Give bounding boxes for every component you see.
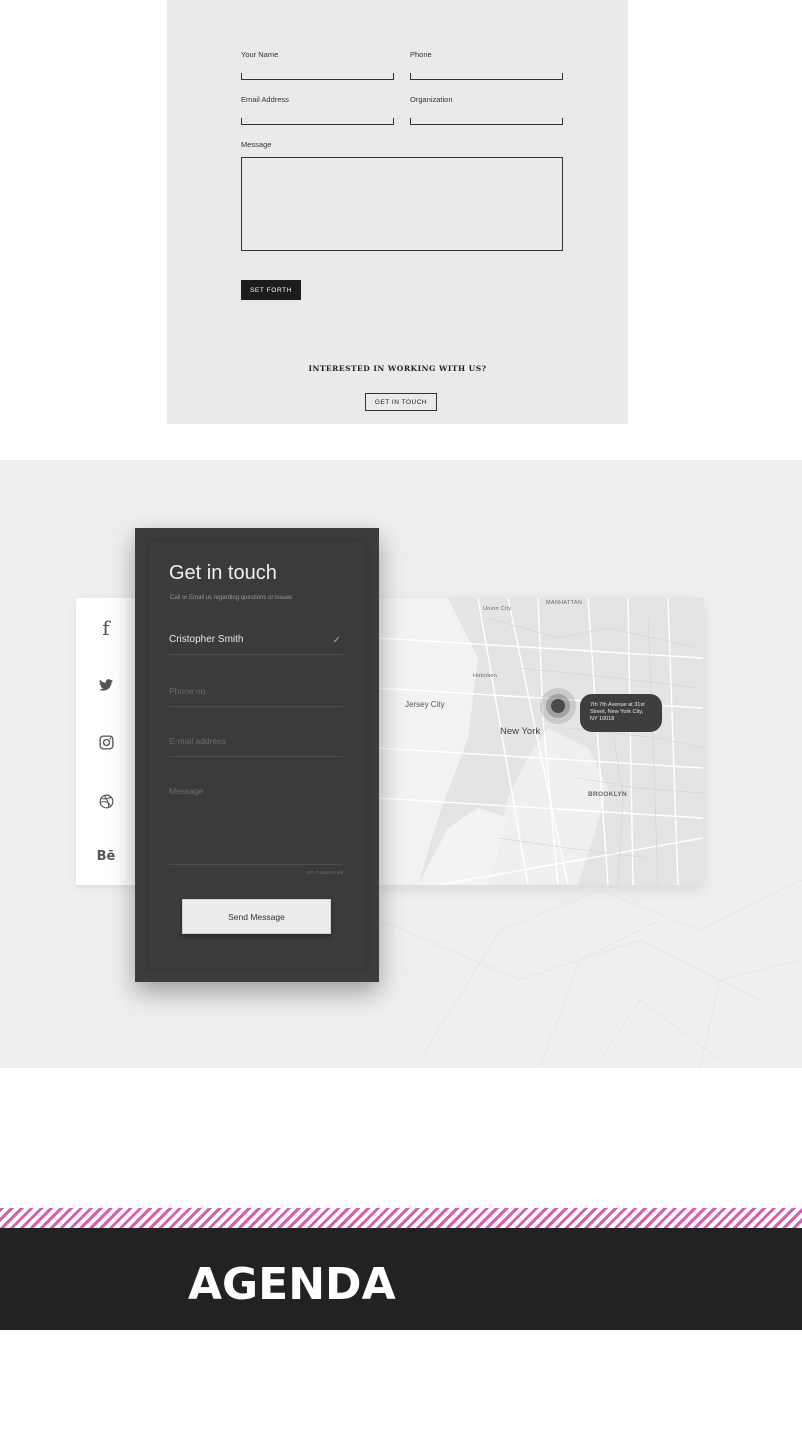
map-address-tooltip: 7th 7th Avenue at 31st Street, New York … [580,694,662,732]
facebook-icon[interactable]: f [76,616,136,640]
message-input[interactable]: Message 180 characters left [169,786,343,875]
cta-heading: INTERESTED IN WORKING WITH US? [308,364,487,373]
message-placeholder: Message [169,786,204,796]
card-title: Get in touch [169,562,277,584]
behance-icon[interactable]: Bē [76,849,136,864]
phone-label: Phone [410,50,432,59]
phone-input[interactable]: Phone no. [169,686,343,707]
email-field[interactable] [241,118,394,125]
get-in-touch-button[interactable]: GET IN TOUCH [365,393,437,411]
map-label-hoboken: Hoboken [473,673,498,679]
message-label: Message [241,140,272,149]
character-count: 180 characters left [305,870,343,875]
email-placeholder: E-mail address [169,736,226,746]
email-input[interactable]: E-mail address [169,736,343,757]
name-field[interactable]: Cristopher Smith ✓ [169,634,343,655]
your-name-field[interactable] [241,73,394,80]
send-message-button[interactable]: Send Message [182,899,331,934]
your-name-label: Your Name [241,50,279,59]
map-label-union-city: Union City [483,606,512,612]
agenda-heading: AGENDA [188,1259,396,1310]
twitter-icon[interactable] [76,676,136,695]
dribbble-icon[interactable] [76,794,136,813]
agenda-banner: AGENDA [0,1228,802,1330]
map-streets [378,598,703,885]
phone-placeholder: Phone no. [169,686,208,696]
phone-field[interactable] [410,73,563,80]
card-subtitle: Call or Email us regarding questions or … [170,595,293,601]
instagram-icon[interactable] [76,735,136,754]
map-label-new-york: New York [500,726,541,737]
map-label-brooklyn: BROOKLYN [588,791,627,798]
message-textarea[interactable] [241,157,563,251]
social-sidebar: f Bē [76,598,136,885]
set-forth-button[interactable]: SET FORTH [241,280,301,300]
organization-field[interactable] [410,118,563,125]
map-label-jersey-city: Jersey City [405,700,445,709]
map-label-manhattan: MANHATTAN [546,600,583,606]
organization-label: Organization [410,95,453,104]
email-label: Email Address [241,95,289,104]
map-panel[interactable]: MANHATTAN Union City Hoboken Jersey City… [378,598,703,885]
get-in-touch-card: Get in touch Call or Email us regarding … [135,528,379,982]
name-field-value: Cristopher Smith [169,634,244,645]
map-pin-icon[interactable] [551,699,565,713]
check-circle-icon: ✓ [332,635,341,646]
contact-map-section: f Bē MANHATTAN Union City Hoboken Jersey… [0,460,802,1068]
decorative-stripe-band [0,1208,802,1228]
contact-form-light: Your Name Phone Email Address Organizati… [167,0,628,424]
